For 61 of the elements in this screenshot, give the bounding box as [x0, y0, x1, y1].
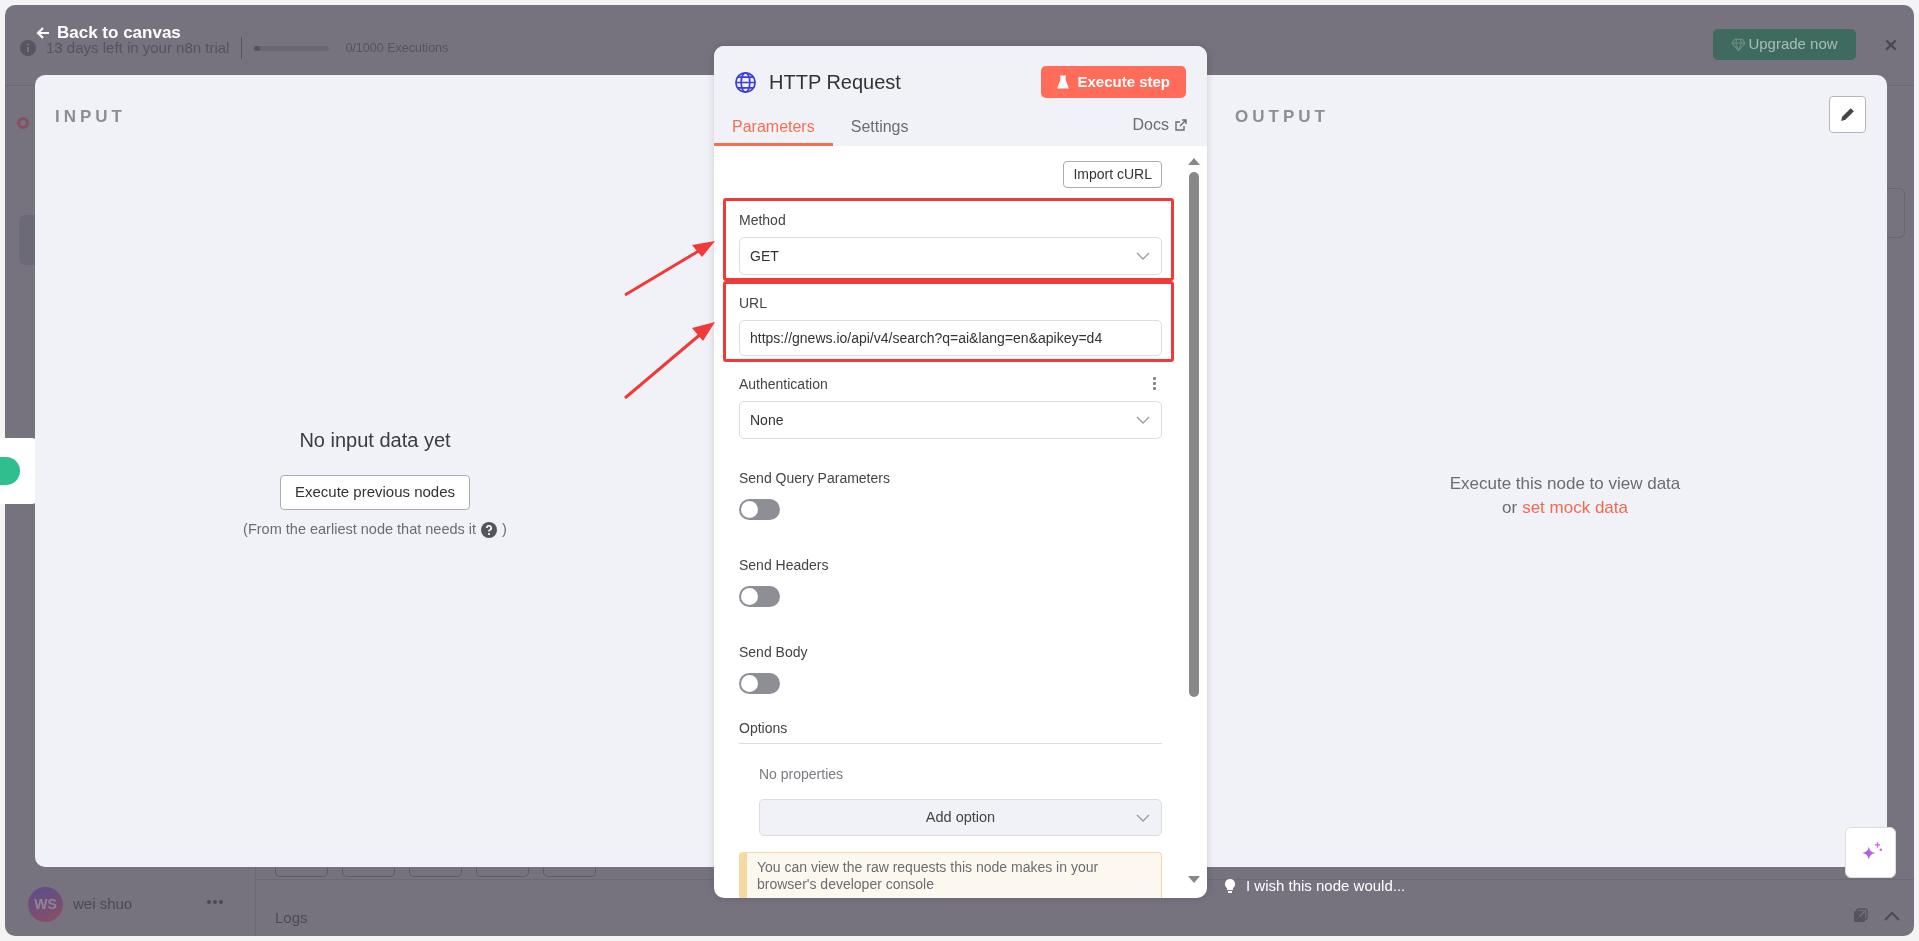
execute-previous-button[interactable]: Execute previous nodes [279, 475, 471, 510]
panel-heading: OUTPUT [1235, 106, 1329, 128]
flask-icon [1057, 75, 1070, 89]
status-ring-icon [17, 117, 29, 129]
external-link-icon [1175, 119, 1187, 131]
more-icon[interactable] [207, 900, 223, 904]
toggle-switch[interactable] [739, 586, 780, 607]
execute-step-button[interactable]: Execute step [1041, 66, 1186, 98]
globe-icon [734, 70, 757, 94]
toggle-switch[interactable] [739, 673, 780, 694]
lightbulb-icon [1224, 878, 1236, 895]
node-title: HTTP Request [769, 70, 901, 95]
field-label: Send Headers [739, 556, 829, 575]
pencil-icon [1839, 106, 1856, 123]
info-icon [20, 40, 36, 57]
popout-icon[interactable] [1853, 908, 1868, 923]
field-label: Authentication [739, 375, 828, 394]
field-label: Method [739, 211, 786, 230]
empty-message: Execute this node to view data [1449, 473, 1681, 495]
upgrade-button[interactable]: Upgrade now [1713, 29, 1856, 60]
close-icon [1884, 38, 1898, 52]
toolbar-button[interactable] [476, 868, 529, 877]
toolbar-button[interactable] [342, 868, 395, 877]
scrollbar-thumb[interactable] [1189, 172, 1199, 697]
scroll-up-icon[interactable] [1188, 158, 1200, 165]
empty-title: No input data yet [299, 428, 451, 453]
feedback-link[interactable]: I wish this node would... [1224, 875, 1406, 898]
field-label: Send Query Parameters [739, 469, 890, 488]
mock-data-link[interactable]: set mock data [1522, 496, 1628, 520]
section-heading: Options [739, 718, 1162, 744]
scroll-down-icon[interactable] [1188, 876, 1200, 883]
toolbar-button[interactable] [409, 868, 462, 877]
toggle-switch[interactable] [739, 499, 780, 520]
docs-link[interactable]: Docs [1132, 110, 1187, 146]
select-field[interactable]: GET [739, 237, 1162, 275]
help-tab[interactable] [0, 438, 38, 504]
import-curl-button[interactable]: Import cURL [1063, 161, 1162, 188]
user-avatar: WS [28, 887, 63, 922]
toolbar-button[interactable] [543, 868, 596, 877]
back-link[interactable]: Back to canvas [35, 20, 181, 46]
tab[interactable]: Settings [832, 110, 927, 146]
sidebar-item[interactable] [19, 215, 35, 265]
toolbar-button[interactable] [275, 868, 328, 877]
url-input[interactable]: https://gnews.io/api/v4/search?q=ai&lang=en&apikey=d4 [739, 320, 1162, 356]
panel-heading: INPUT [55, 106, 126, 128]
add-option-button[interactable]: Add option [759, 799, 1162, 836]
or-text: or [1502, 497, 1518, 519]
ai-assistant-button[interactable] [1845, 827, 1896, 878]
empty-text: No properties [759, 765, 845, 784]
tab[interactable]: Parameters [714, 110, 833, 146]
edit-button[interactable] [1829, 96, 1866, 133]
diamond-icon [1731, 37, 1747, 52]
hint-text: (From the earliest node that needs it [243, 520, 477, 539]
field-label: URL [739, 294, 767, 313]
field-label: Send Body [739, 643, 808, 662]
select-field[interactable]: None [739, 401, 1162, 439]
arrow-left-icon [35, 24, 51, 41]
more-options-icon[interactable] [1153, 376, 1156, 390]
chevron-up-icon[interactable] [1884, 910, 1900, 921]
hint-text: ) [502, 520, 507, 539]
info-notice: You can view the raw requests this node makes in your browser's developer console [739, 852, 1162, 898]
